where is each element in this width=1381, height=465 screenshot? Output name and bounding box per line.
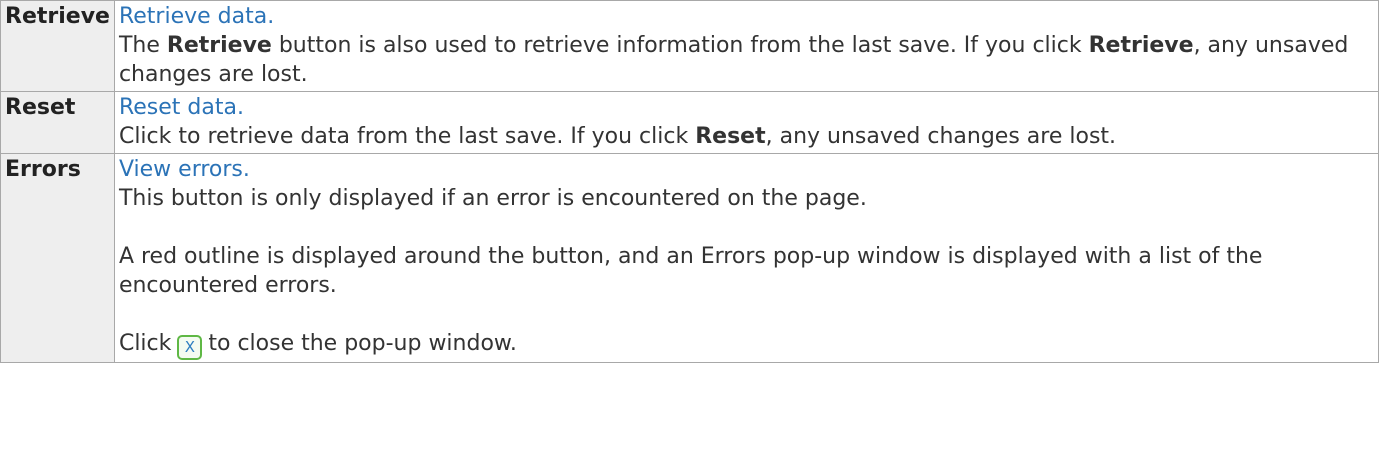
table-row-errors: Errors View errors. This button is only … xyxy=(0,153,1380,363)
retrieve-text: The xyxy=(118,33,167,58)
close-instruction: Click Xto close the pop-up window. xyxy=(119,329,1374,360)
row-label-retrieve: Retrieve xyxy=(0,0,115,92)
reset-text: , any unsaved changes are lost. xyxy=(765,124,1117,149)
reset-text: Click to retrieve data from the last sav… xyxy=(118,124,696,149)
button-description-table: Retrieve Retrieve data. The Retrieve but… xyxy=(0,0,1380,363)
table-row-reset: Reset Reset data. Click to retrieve data… xyxy=(0,91,1380,154)
row-description-retrieve: Retrieve data. The Retrieve button is al… xyxy=(113,0,1380,92)
reset-data-link[interactable]: Reset data. xyxy=(119,95,244,120)
row-label-errors: Errors xyxy=(0,153,115,363)
retrieve-data-link[interactable]: Retrieve data. xyxy=(119,4,274,29)
row-description-errors: View errors. This button is only display… xyxy=(113,153,1380,363)
row-description-reset: Reset data. Click to retrieve data from … xyxy=(113,91,1380,154)
view-errors-link[interactable]: View errors. xyxy=(119,157,250,182)
retrieve-text: button is also used to retrieve informat… xyxy=(271,33,1089,58)
close-text: to close the pop-up window. xyxy=(208,331,517,356)
retrieve-bold: Retrieve xyxy=(166,33,272,58)
row-label-reset: Reset xyxy=(0,91,115,154)
errors-text: This button is only displayed if an erro… xyxy=(118,186,867,211)
retrieve-bold: Retrieve xyxy=(1088,33,1194,58)
errors-paragraph: A red outline is displayed around the bu… xyxy=(118,244,1263,298)
table-row-retrieve: Retrieve Retrieve data. The Retrieve but… xyxy=(0,0,1380,92)
close-icon: X xyxy=(177,335,203,360)
reset-bold: Reset xyxy=(695,124,766,149)
click-text: Click xyxy=(118,331,172,356)
